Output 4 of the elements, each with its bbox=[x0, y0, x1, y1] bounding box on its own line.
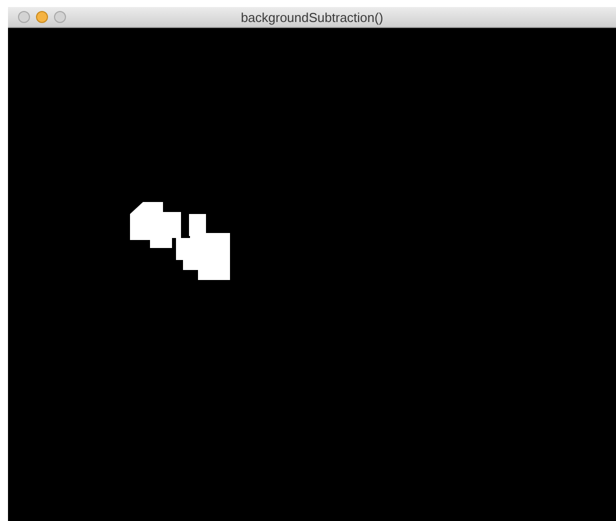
minimize-button[interactable] bbox=[36, 11, 48, 23]
zoom-button[interactable] bbox=[54, 11, 66, 23]
close-button[interactable] bbox=[18, 11, 30, 23]
window-title: backgroundSubtraction() bbox=[240, 10, 384, 24]
